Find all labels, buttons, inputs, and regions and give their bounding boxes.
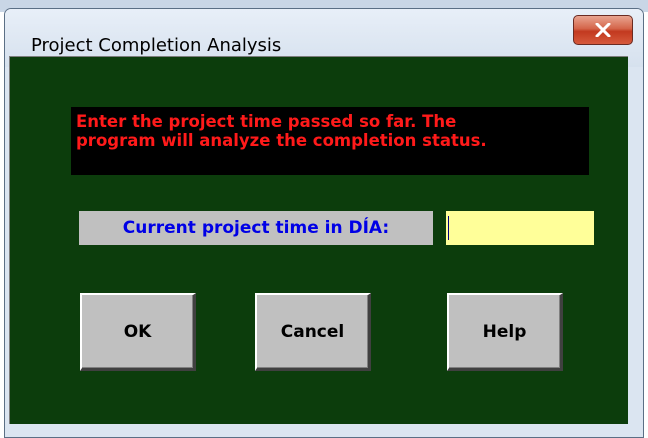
close-icon: [595, 23, 611, 37]
instruction-line-1: Enter the project time passed so far. Th…: [76, 112, 457, 131]
project-time-input[interactable]: [446, 211, 594, 245]
close-button[interactable]: [573, 15, 633, 45]
text-caret: [448, 216, 449, 240]
help-button[interactable]: Help: [447, 293, 563, 371]
instruction-line-2: program will analyze the completion stat…: [76, 131, 487, 150]
instruction-message: Enter the project time passed so far. Th…: [71, 107, 589, 175]
cancel-button[interactable]: Cancel: [255, 293, 371, 371]
window-title: Project Completion Analysis: [31, 35, 282, 56]
project-time-label: Current project time in DÍA:: [79, 211, 433, 245]
ok-button[interactable]: OK: [80, 293, 196, 371]
